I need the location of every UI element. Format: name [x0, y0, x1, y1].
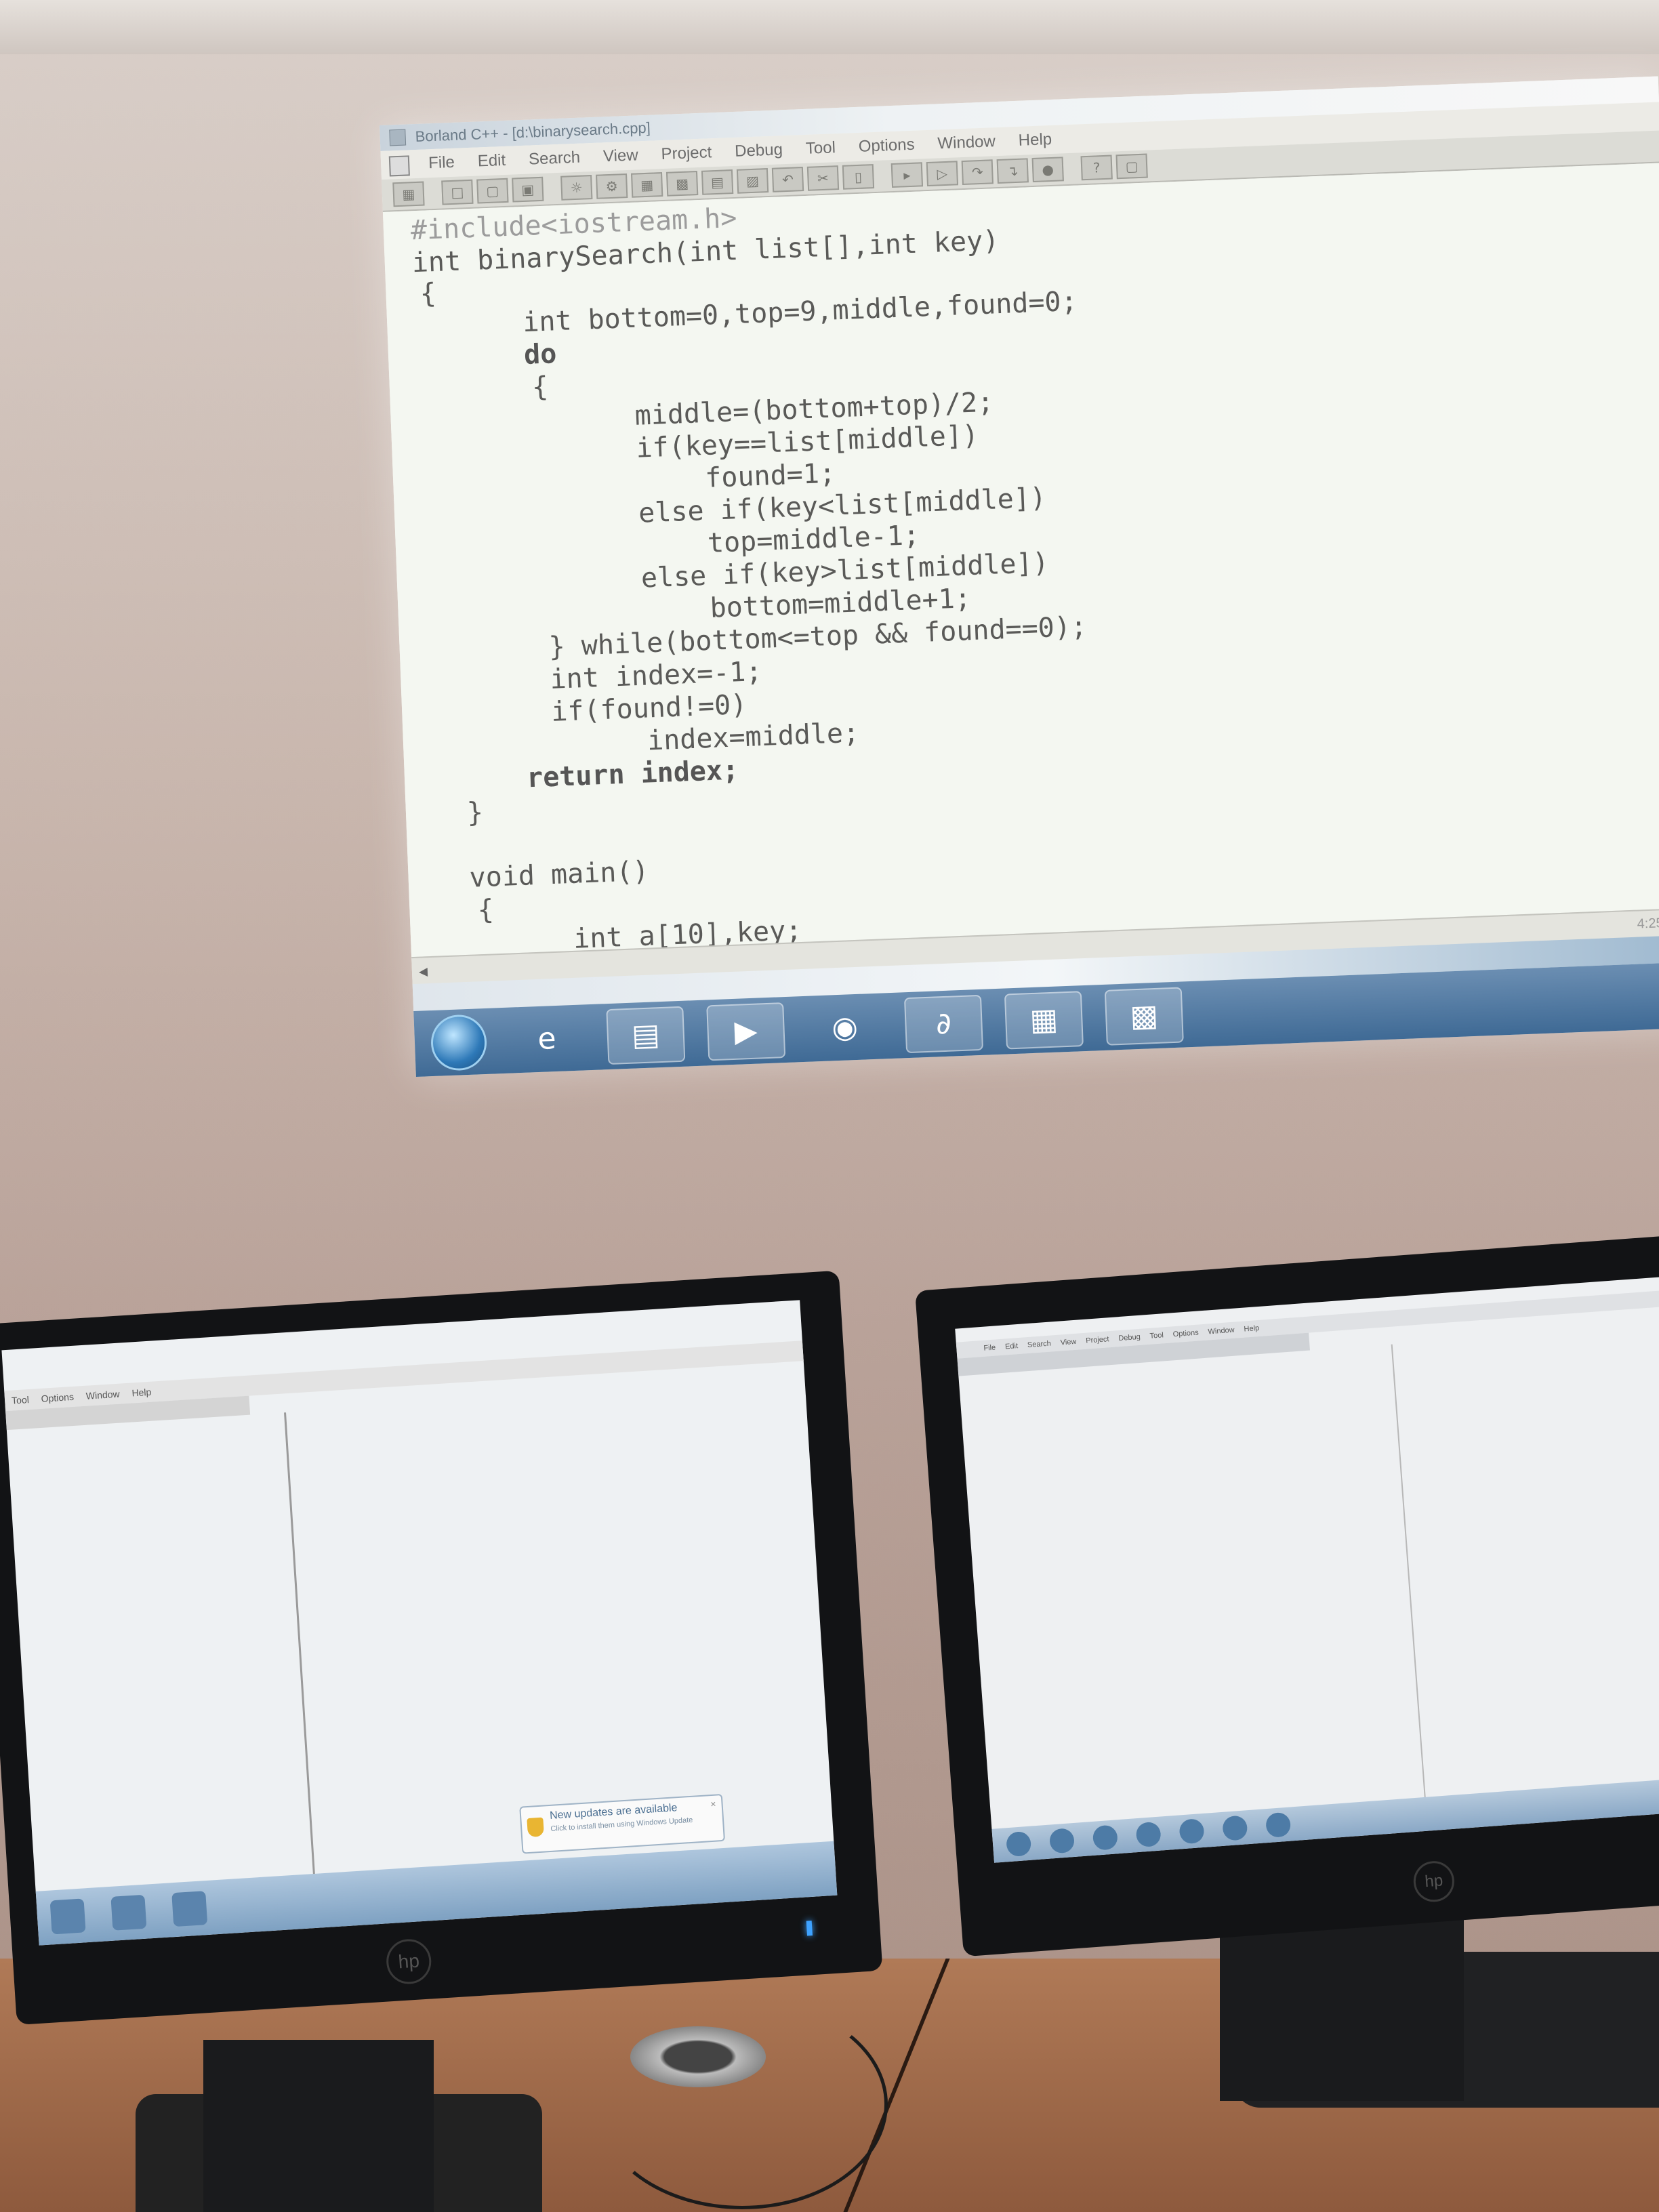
projected-screen: Borland C++ - [d:\binarysearch.cpp] File…: [380, 76, 1659, 1077]
code-line: int bottom=0,top=9,middle,found=0;: [522, 285, 1078, 339]
cursor-position: 4:25: [1637, 916, 1659, 932]
shield-icon: [527, 1817, 545, 1838]
internet-explorer-icon[interactable]: [1048, 1828, 1076, 1854]
menu-file[interactable]: File: [428, 153, 455, 173]
menu-edit[interactable]: Edit: [477, 151, 506, 171]
chrome-icon[interactable]: ◉: [806, 1000, 883, 1055]
scroll-left-icon[interactable]: ◂: [418, 960, 428, 981]
code-editor[interactable]: #include<iostream.h> int binarySearch(in…: [382, 163, 1659, 958]
menu-tool[interactable]: Tool: [1149, 1331, 1164, 1340]
breakpoint-icon[interactable]: ●: [1031, 157, 1064, 183]
code-line: do: [523, 338, 558, 371]
menu-view[interactable]: View: [1060, 1338, 1076, 1347]
cut-icon[interactable]: ✂: [806, 165, 840, 191]
menu-file[interactable]: File: [983, 1344, 996, 1353]
menu-tool[interactable]: Tool: [805, 138, 836, 159]
compile-icon[interactable]: ⚙: [596, 173, 628, 199]
menu-search[interactable]: Search: [529, 148, 581, 169]
code-line: found=1;: [704, 457, 836, 494]
menu-window[interactable]: Window: [85, 1389, 120, 1401]
make-icon[interactable]: ▦: [630, 172, 663, 198]
math-app-icon[interactable]: ∂: [903, 994, 984, 1053]
code-line: {: [419, 277, 437, 310]
menu-project[interactable]: Project: [1086, 1335, 1109, 1345]
code-line: {: [531, 371, 549, 403]
menu-window[interactable]: Window: [937, 132, 996, 153]
code-line: index=middle;: [647, 717, 860, 757]
menu-project[interactable]: Project: [661, 143, 712, 164]
code-line: }: [466, 796, 485, 829]
taskbar-app-icon[interactable]: [1265, 1811, 1292, 1839]
taskbar-app-icon[interactable]: [49, 1898, 86, 1935]
taskbar-app-icon[interactable]: [1222, 1815, 1248, 1841]
taskbar-app-icon[interactable]: [171, 1891, 208, 1927]
left-monitor: Tool Options Window Help New updates are…: [0, 1270, 883, 2025]
menu-options[interactable]: Options: [41, 1391, 74, 1404]
cable: [596, 1999, 888, 2209]
code-line: if(found!=0): [550, 689, 748, 728]
media-player-icon[interactable]: [1135, 1821, 1162, 1848]
windows-update-notification[interactable]: New updates are available Click to insta…: [519, 1793, 726, 1854]
chrome-icon[interactable]: [1179, 1818, 1205, 1845]
monitor-stand: [203, 2040, 434, 2212]
menu-window[interactable]: Window: [1208, 1326, 1235, 1336]
right-monitor: File Edit Search View Project Debug Tool…: [915, 1231, 1659, 1957]
calculator-icon[interactable]: ▦: [1004, 990, 1084, 1049]
borland-icon[interactable]: ▩: [1104, 986, 1184, 1046]
start-orb-icon[interactable]: [1005, 1830, 1032, 1858]
save-file-icon[interactable]: ▣: [512, 176, 544, 203]
menu-options[interactable]: Options: [1172, 1329, 1199, 1339]
project-icon[interactable]: ▦: [392, 181, 425, 207]
hp-logo: hp: [1412, 1860, 1456, 1904]
pane-divider[interactable]: [284, 1412, 316, 1887]
bulb-icon[interactable]: ☼: [560, 175, 593, 201]
menu-tool[interactable]: Tool: [12, 1394, 30, 1406]
menu-help[interactable]: Help: [1018, 130, 1052, 150]
right-monitor-screen: File Edit Search View Project Debug Tool…: [955, 1274, 1659, 1863]
window-icon[interactable]: ▢: [1115, 153, 1148, 180]
class-icon[interactable]: ▨: [736, 168, 769, 194]
menu-help[interactable]: Help: [131, 1387, 152, 1399]
copy-icon[interactable]: ▯: [842, 164, 875, 190]
menu-edit[interactable]: Edit: [1005, 1342, 1019, 1351]
help-icon[interactable]: ?: [1080, 155, 1113, 181]
system-menu-icon[interactable]: [388, 155, 410, 177]
folder-icon[interactable]: [1092, 1824, 1119, 1851]
menu-help[interactable]: Help: [1244, 1324, 1259, 1334]
ceiling: [0, 0, 1659, 54]
code-line: void main(): [468, 855, 650, 894]
taskbar: [35, 1841, 838, 1946]
start-orb-icon[interactable]: [430, 1013, 488, 1071]
menu-view[interactable]: View: [603, 146, 639, 166]
browse-icon[interactable]: ▤: [701, 169, 734, 195]
internet-explorer-icon[interactable]: e: [508, 1011, 585, 1067]
open-file-icon[interactable]: ▢: [476, 178, 509, 204]
menu-options[interactable]: Options: [858, 136, 915, 157]
hp-logo: hp: [385, 1938, 433, 1986]
step-icon[interactable]: ↷: [961, 159, 994, 186]
new-file-icon[interactable]: □: [441, 179, 474, 205]
menu-bar: Tool Options Window Help: [4, 1340, 811, 1412]
undo-icon[interactable]: ↶: [771, 167, 804, 192]
menu-debug[interactable]: Debug: [1118, 1333, 1141, 1343]
borland-app-icon: [389, 129, 407, 146]
taskbar: [991, 1774, 1659, 1863]
code-line: return index;: [526, 754, 739, 794]
taskbar-app-icon[interactable]: [110, 1894, 147, 1931]
menu-search[interactable]: Search: [1027, 1340, 1052, 1350]
run-icon[interactable]: ▸: [890, 162, 924, 188]
power-led: [806, 1921, 813, 1936]
left-monitor-screen: Tool Options Window Help New updates are…: [1, 1300, 838, 1946]
pane-divider[interactable]: [1391, 1344, 1427, 1804]
trace-icon[interactable]: ↴: [996, 158, 1029, 184]
debug-icon[interactable]: ▷: [926, 161, 959, 187]
build-icon[interactable]: ▩: [665, 171, 699, 197]
menu-debug[interactable]: Debug: [735, 140, 783, 161]
code-line: {: [476, 894, 495, 926]
close-icon[interactable]: ×: [710, 1799, 716, 1809]
media-player-icon[interactable]: ▶: [706, 1002, 786, 1061]
folder-icon[interactable]: ▤: [606, 1006, 686, 1065]
